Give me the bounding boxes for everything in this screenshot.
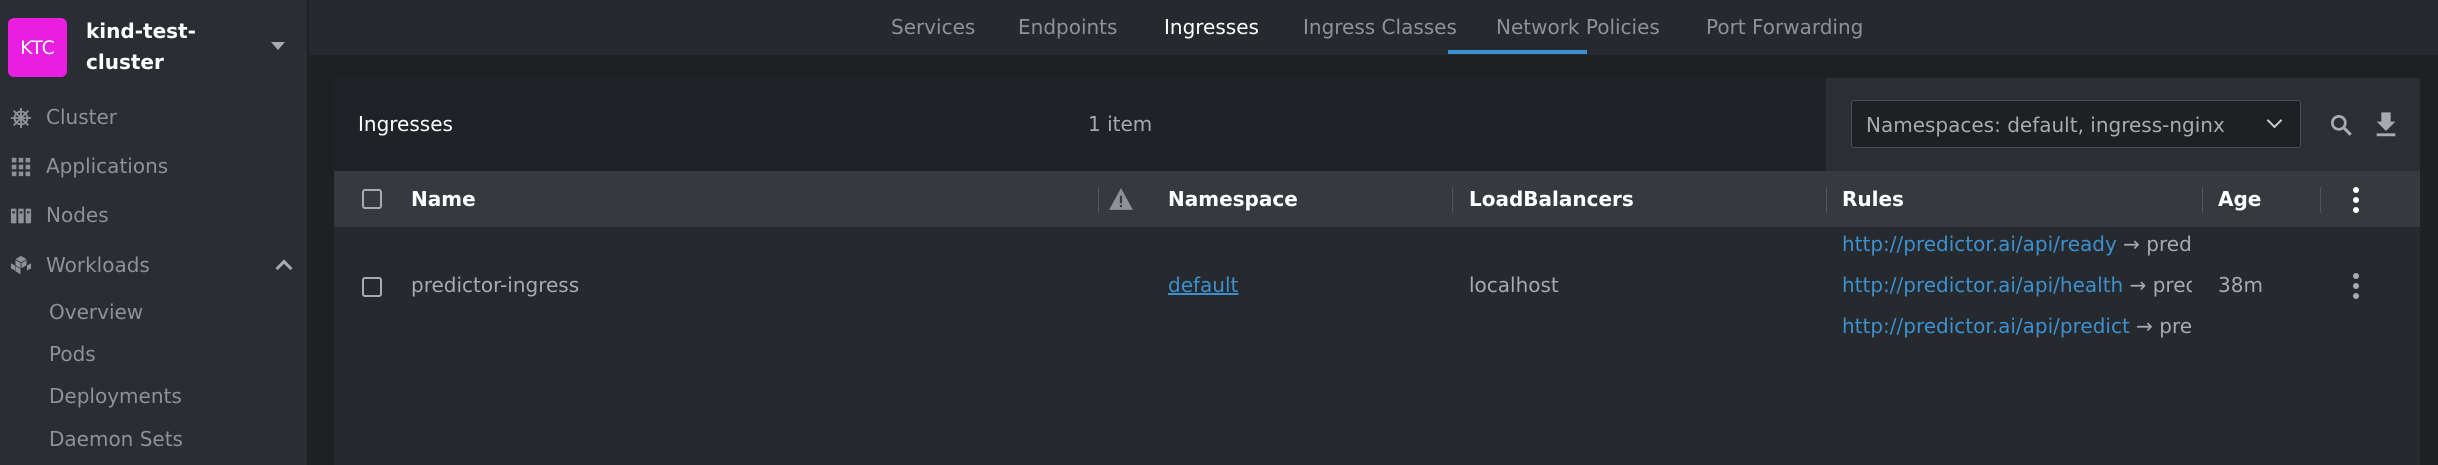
helm-icon — [10, 107, 32, 129]
tab-port-forwarding[interactable]: Port Forwarding — [1706, 15, 1863, 39]
column-divider — [1452, 187, 1453, 213]
nodes-icon — [10, 208, 32, 224]
column-menu-icon[interactable] — [2353, 187, 2359, 217]
tab-bar: Services Endpoints Ingresses Ingress Cla… — [309, 0, 2438, 55]
column-header-name[interactable]: Name — [411, 187, 476, 211]
tab-endpoints[interactable]: Endpoints — [1018, 15, 1117, 39]
rule-entry: http://predictor.ai/api/predict → predic… — [1842, 314, 2192, 338]
namespace-select[interactable]: Namespaces: default, ingress-nginx — [1851, 100, 2301, 148]
column-divider — [1098, 187, 1099, 213]
rule-target: predictor-service — [2146, 232, 2192, 256]
rule-target: predictor-service — [2159, 314, 2192, 338]
rule-url[interactable]: http://predictor.ai/api/predict — [1842, 314, 2130, 338]
apps-grid-icon — [11, 157, 31, 177]
download-icon[interactable] — [2372, 110, 2400, 138]
rule-arrow: → — [2129, 273, 2147, 297]
column-header-age[interactable]: Age — [2218, 187, 2261, 211]
age-value: 38m — [2218, 273, 2263, 297]
table-row[interactable]: predictor-ingress default localhost http… — [334, 227, 2420, 345]
tab-ingress-classes[interactable]: Ingress Classes — [1303, 15, 1457, 39]
sidebar-subitem-pods[interactable]: Pods — [49, 342, 96, 366]
rule-url[interactable]: http://predictor.ai/api/ready — [1842, 232, 2117, 256]
table-header: Name Namespace LoadBalancers Rules Age — [334, 171, 2420, 227]
sidebar-item-cluster[interactable]: Cluster — [0, 96, 308, 140]
sidebar-subitem-daemon-sets[interactable]: Daemon Sets — [49, 427, 183, 451]
select-all-checkbox[interactable] — [362, 189, 382, 209]
item-count: 1 item — [1088, 112, 1153, 136]
rule-target: predictor-service — [2152, 273, 2192, 297]
sidebar: KTC kind-test-cluster Cluster Applicatio… — [0, 0, 308, 465]
chevron-down-icon — [2266, 112, 2283, 129]
ingress-name: predictor-ingress — [411, 273, 580, 297]
rule-url[interactable]: http://predictor.ai/api/health — [1842, 273, 2123, 297]
warning-icon — [1109, 188, 1133, 210]
active-tab-indicator — [1448, 50, 1587, 54]
workloads-icon — [10, 255, 32, 275]
namespace-select-value: Namespaces: default, ingress-nginx — [1866, 113, 2225, 137]
column-divider — [2202, 187, 2203, 213]
sidebar-item-applications[interactable]: Applications — [0, 145, 308, 189]
column-header-loadbalancers[interactable]: LoadBalancers — [1469, 187, 1634, 211]
sidebar-subitem-overview[interactable]: Overview — [49, 300, 143, 324]
filter-area: Namespaces: default, ingress-nginx — [1826, 78, 2420, 171]
page-title: Ingresses — [358, 112, 453, 136]
loadbalancer-value: localhost — [1469, 273, 1559, 297]
rule-entry: http://predictor.ai/api/ready → predicto… — [1842, 232, 2192, 256]
sidebar-item-label: Workloads — [46, 253, 150, 277]
panel-header: Ingresses 1 item Namespaces: default, in… — [334, 78, 2420, 171]
rule-arrow: → — [2123, 232, 2140, 256]
sidebar-item-label: Nodes — [46, 203, 109, 227]
rule-arrow: → — [2136, 314, 2153, 338]
caret-down-icon[interactable] — [271, 42, 285, 50]
column-header-namespace[interactable]: Namespace — [1168, 187, 1298, 211]
namespace-link[interactable]: default — [1168, 273, 1238, 297]
cluster-selector[interactable]: KTC kind-test-cluster — [0, 0, 308, 95]
search-icon[interactable] — [2328, 112, 2354, 138]
sidebar-item-label: Cluster — [46, 105, 117, 129]
sidebar-item-nodes[interactable]: Nodes — [0, 194, 308, 238]
sidebar-item-label: Applications — [46, 154, 169, 178]
sidebar-item-workloads[interactable]: Workloads — [0, 244, 308, 288]
chevron-up-icon[interactable] — [275, 259, 293, 277]
row-menu-icon[interactable] — [2353, 273, 2359, 303]
rule-entry: http://predictor.ai/api/health → predict… — [1842, 273, 2192, 297]
column-divider — [2320, 187, 2321, 213]
row-checkbox[interactable] — [362, 277, 382, 297]
cluster-avatar: KTC — [8, 18, 67, 77]
tab-network-policies[interactable]: Network Policies — [1496, 15, 1660, 39]
tab-ingresses[interactable]: Ingresses — [1164, 15, 1259, 39]
cluster-name: kind-test-cluster — [86, 19, 196, 74]
tab-services[interactable]: Services — [891, 15, 975, 39]
sidebar-subitem-deployments[interactable]: Deployments — [49, 384, 182, 408]
column-header-rules[interactable]: Rules — [1842, 187, 1904, 211]
ingresses-panel: Ingresses 1 item Namespaces: default, in… — [334, 78, 2420, 465]
column-divider — [1826, 187, 1827, 213]
